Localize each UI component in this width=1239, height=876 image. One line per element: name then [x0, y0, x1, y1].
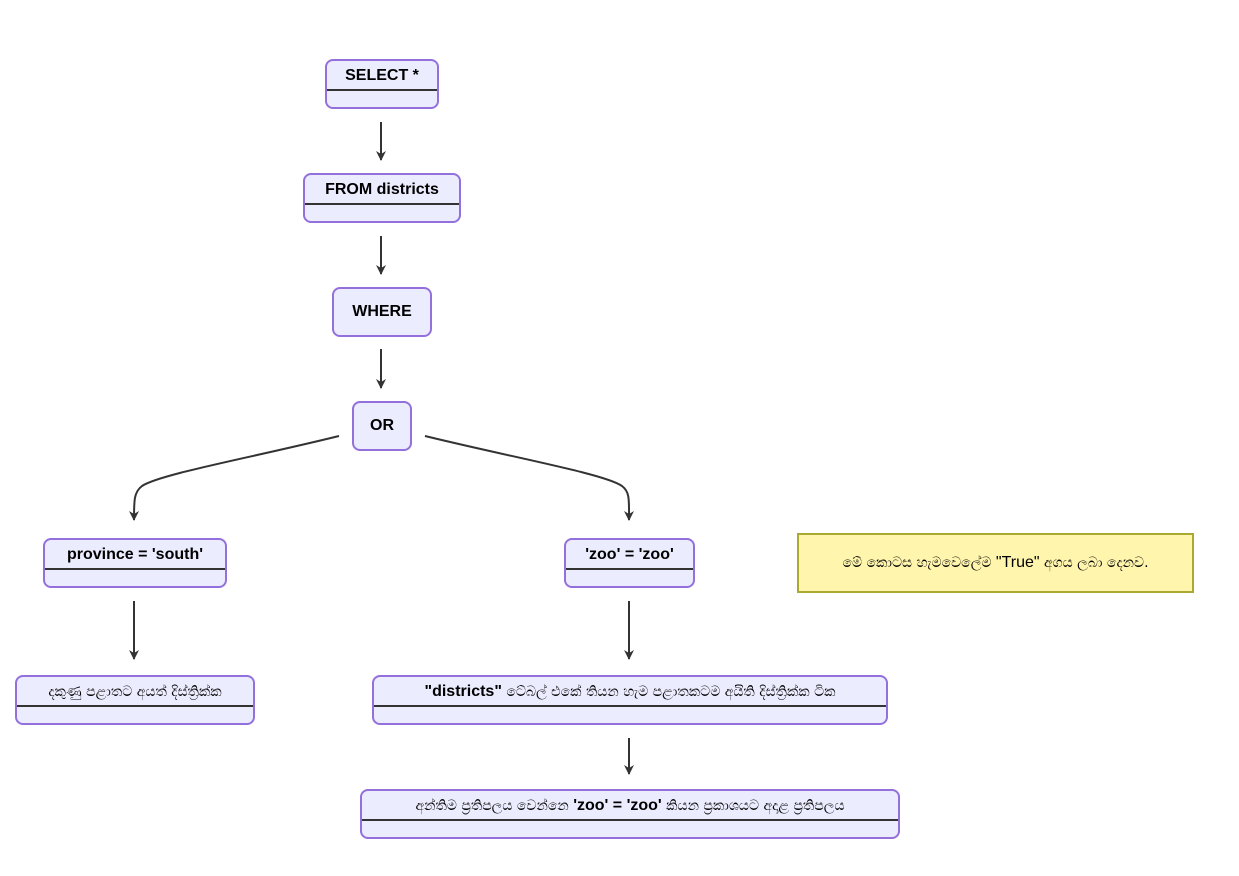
node-final-bold: 'zoo' = 'zoo' [573, 797, 662, 814]
note-text-true: "True" [995, 554, 1040, 571]
node-or[interactable]: OR [352, 401, 412, 451]
node-south-districts-result-body [17, 707, 253, 723]
node-where-label: WHERE [352, 303, 412, 320]
note-text-post: අගය ලබා දෙනව. [1039, 555, 1149, 571]
node-final-result[interactable]: අන්තිම ප්‍රතිපලය වෙන්නෙ 'zoo' = 'zoo' කි… [360, 789, 900, 839]
note-always-true: මේ කොටස හැමවෙලේම "True" අගය ලබා දෙනව. [797, 533, 1194, 593]
node-south-districts-result[interactable]: දකුණු පළාතට අයත් දිස්ත්‍රික්ක [15, 675, 255, 725]
node-all-districts-result[interactable]: "districts" ටේබල් එකේ තියන හැම පළාතකටම අ… [372, 675, 888, 725]
node-zoo-equals-zoo-label: 'zoo' = 'zoo' [566, 540, 693, 570]
node-all-districts-bold: "districts" [424, 683, 502, 700]
node-province-south-label: province = 'south' [45, 540, 225, 570]
node-select-body [327, 91, 437, 107]
node-where[interactable]: WHERE [332, 287, 432, 337]
node-select-label: SELECT * [327, 61, 437, 91]
edges-layer [129, 122, 635, 775]
node-select[interactable]: SELECT * [325, 59, 439, 109]
node-zoo-equals-zoo-body [566, 570, 693, 586]
edge-or-to-province [129, 435, 340, 521]
node-zoo-equals-zoo[interactable]: 'zoo' = 'zoo' [564, 538, 695, 588]
node-province-south[interactable]: province = 'south' [43, 538, 227, 588]
node-province-south-body [45, 570, 225, 586]
node-all-districts-result-body [374, 707, 886, 723]
node-all-districts-rest: ටේබල් එකේ තියන හැම පළාතකටම අයිති දිස්ත්‍… [501, 684, 836, 700]
edge-or-to-zoo [424, 435, 635, 521]
node-from-body [305, 205, 459, 221]
node-from-label: FROM districts [305, 175, 459, 205]
node-south-districts-result-label: දකුණු පළාතට අයත් දිස්ත්‍රික්ක [48, 684, 222, 700]
sql-flow-diagram: SELECT * FROM districts WHERE OR provinc… [0, 0, 1239, 876]
note-text-pre: මේ කොටස හැමවෙලේම [842, 555, 996, 571]
node-final-post: කියන ප්‍රකාශයට අදාළ ප්‍රතිපලය [661, 798, 845, 814]
node-or-label: OR [370, 417, 394, 434]
node-from[interactable]: FROM districts [303, 173, 461, 223]
node-final-pre: අන්තිම ප්‍රතිපලය වෙන්නෙ [415, 798, 574, 814]
node-final-result-body [362, 821, 898, 837]
